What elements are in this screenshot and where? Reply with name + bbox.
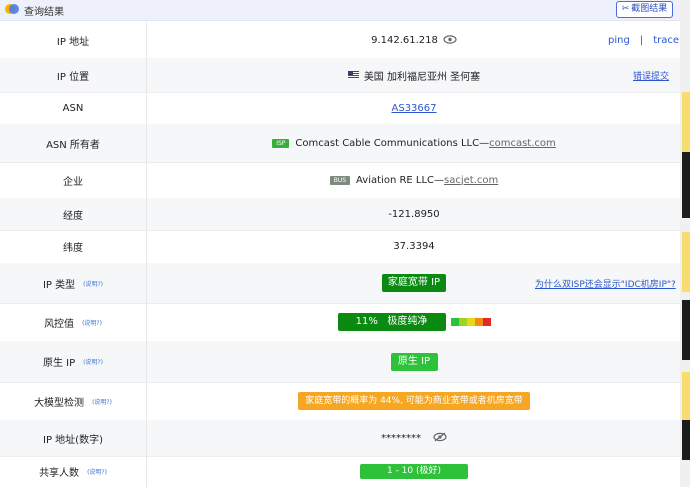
eye-slash-icon[interactable] [433, 431, 447, 445]
risk-scale-segment [450, 318, 459, 326]
result-header: 查询结果 ✂ 截图结果 [0, 0, 680, 21]
row-longitude: 经度 -121.8950 [0, 198, 680, 231]
company-name: Aviation RE LLC [356, 174, 435, 186]
row-label: 原生 IP [42, 358, 76, 369]
why-idc-link[interactable]: 为什么双ISP还会显示"IDC机房IP"? [535, 277, 676, 290]
asn-owner-name: Comcast Cable Communications LLC [295, 137, 480, 149]
row-label: 企业 [0, 162, 147, 198]
side-panel-strip [682, 232, 690, 292]
side-panel-strip [682, 152, 690, 218]
row-shared-users: 共享人数 (说明?) 1 - 10 (极好) [0, 456, 680, 487]
report-error-link[interactable]: 错误提交 [633, 69, 669, 82]
location-value: 美国 加利福尼亚州 圣何塞 [363, 71, 481, 83]
shared-users-badge: 1 - 10 (极好) [360, 464, 468, 479]
row-label: IP 位置 [0, 58, 147, 92]
row-ip-numeric: IP 地址(数字) ******** [0, 420, 680, 457]
dash: — [434, 174, 445, 186]
risk-badge: 11% 极度纯净 [337, 313, 446, 331]
side-panel-strip [682, 420, 690, 460]
app-logo-icon [5, 3, 19, 17]
ip-type-badge: 家庭宽带 IP [382, 274, 446, 292]
row-label: 风控值 [44, 318, 75, 330]
asn-owner-domain-link[interactable]: comcast.com [489, 138, 556, 149]
row-label: IP 地址 [0, 22, 147, 58]
explain-link[interactable]: (说明?) [87, 467, 107, 476]
row-label: ASN [0, 92, 147, 124]
risk-percent: 11% [355, 316, 378, 327]
row-risk-score: 风控值 (说明?) 11% 极度纯净 [0, 303, 680, 342]
row-ip-location: IP 位置 美国 加利福尼亚州 圣何塞 错误提交 [0, 58, 680, 93]
risk-scale-segment [482, 318, 491, 326]
company-domain-link[interactable]: sacjet.com [444, 175, 498, 186]
isp-badge: ISP [272, 138, 290, 148]
row-label: 大模型检测 [34, 397, 85, 409]
link-separator: | [639, 34, 644, 46]
row-label: 共享人数 [39, 468, 80, 479]
risk-level: 极度纯净 [387, 316, 428, 327]
row-label: IP 类型 [42, 279, 76, 291]
risk-scale-segment [466, 318, 475, 326]
dash: — [479, 137, 490, 149]
ping-link[interactable]: ping [608, 35, 630, 46]
llm-result-badge: 家庭宽带的概率为 44%, 可能为商业宽带或者机房宽带 [298, 392, 530, 410]
row-latitude: 纬度 37.3394 [0, 230, 680, 264]
ip-value: 9.142.61.218 [371, 34, 438, 46]
native-ip-badge: 原生 IP [390, 352, 438, 371]
row-llm-detection: 大模型检测 (说明?) 家庭宽带的概率为 44%, 可能为商业宽带或者机房宽带 [0, 382, 680, 421]
explain-link[interactable]: (说明?) [83, 279, 103, 288]
row-label: ASN 所有者 [0, 124, 147, 162]
page-title: 查询结果 [24, 7, 64, 18]
row-asn-owner: ASN 所有者 ISP Comcast Cable Communications… [0, 124, 680, 163]
row-ip-address: IP 地址 9.142.61.218 ping | trace [0, 22, 680, 59]
ip-numeric-masked: ******** [381, 432, 421, 444]
explain-link[interactable]: (说明?) [83, 357, 103, 366]
asn-link[interactable]: AS33667 [392, 103, 437, 114]
us-flag-icon [347, 71, 359, 79]
latitude-value: 37.3394 [393, 241, 435, 252]
risk-scale-segment [458, 318, 467, 326]
row-company: 企业 BUS Aviation RE LLC — sacjet.com [0, 162, 680, 199]
trace-link[interactable]: trace [653, 35, 679, 46]
scissors-icon: ✂ [621, 4, 630, 14]
row-label: IP 地址(数字) [0, 420, 147, 456]
row-native-ip: 原生 IP (说明?) 原生 IP [0, 341, 680, 383]
explain-link[interactable]: (说明?) [82, 318, 102, 327]
row-asn: ASN AS33667 [0, 92, 680, 125]
risk-scale-segment [474, 318, 483, 326]
screenshot-button[interactable]: ✂ 截图结果 [616, 1, 673, 18]
eye-icon[interactable] [443, 33, 457, 47]
business-badge: BUS [329, 175, 351, 185]
row-label: 纬度 [0, 230, 147, 263]
row-label: 经度 [0, 198, 147, 230]
row-ip-type: IP 类型 (说明?) 家庭宽带 IP 为什么双ISP还会显示"IDC机房IP"… [0, 263, 680, 304]
longitude-value: -121.8950 [388, 208, 440, 220]
side-panel-strip [682, 300, 690, 360]
explain-link[interactable]: (说明?) [92, 397, 112, 406]
risk-scale [450, 318, 491, 326]
